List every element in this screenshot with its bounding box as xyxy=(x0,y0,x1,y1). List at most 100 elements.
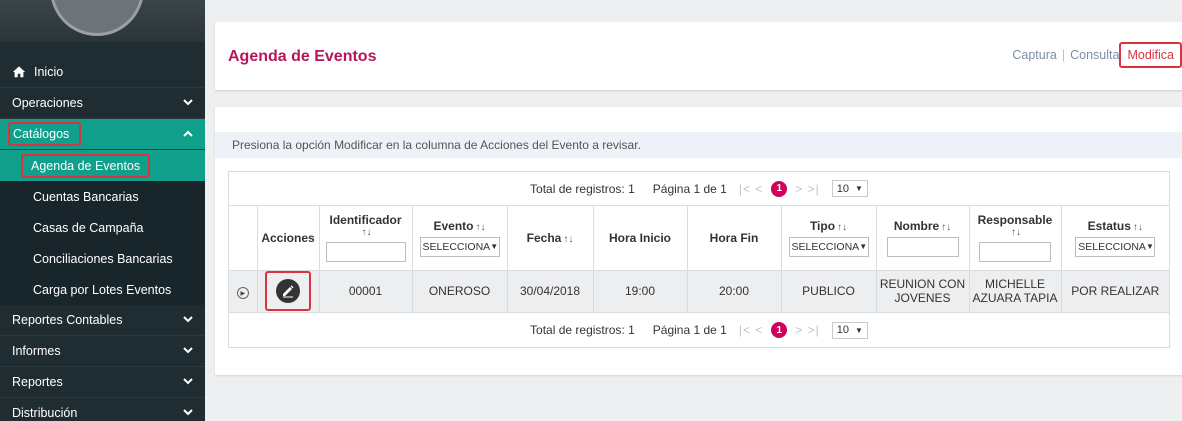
col-tipo[interactable]: Tipo ↑↓ SELECCIONA ▼ xyxy=(781,206,877,271)
edit-action-highlight xyxy=(265,271,311,312)
sort-icon[interactable]: ↑↓ xyxy=(476,222,486,233)
sidebar-subitem-label: Cuentas Bancarias xyxy=(33,189,139,204)
col-identificador[interactable]: Identificador ↑↓ xyxy=(319,206,413,271)
col-hora-fin-label: Hora Fin xyxy=(709,230,759,245)
sidebar-item-distribucion[interactable]: Distribución xyxy=(0,398,205,421)
sort-icon[interactable]: ↑↓ xyxy=(837,222,847,233)
acciones-cell xyxy=(257,270,320,312)
edit-button[interactable] xyxy=(276,279,300,304)
mode-links: Captura | Consulta Modifica xyxy=(1012,42,1182,68)
identificador-filter-input[interactable] xyxy=(325,242,406,263)
expand-cell[interactable]: ▶ xyxy=(229,270,258,312)
first-prev-page-buttons[interactable]: |< < xyxy=(739,182,763,196)
sidebar-subitem-label: Conciliaciones Bancarias xyxy=(33,251,173,266)
pencil-icon xyxy=(283,285,294,298)
sort-icon[interactable]: ↑↓ xyxy=(972,227,1061,238)
page-size-value: 10 xyxy=(836,182,850,195)
content-panel: Presiona la opción Modificar en la colum… xyxy=(215,107,1182,375)
avatar[interactable] xyxy=(50,0,144,36)
sort-icon[interactable]: ↑↓ xyxy=(1133,222,1143,233)
sort-icon[interactable]: ↑↓ xyxy=(322,227,412,238)
sidebar-subitem-conciliaciones[interactable]: Conciliaciones Bancarias xyxy=(0,243,205,274)
sidebar-item-reportes[interactable]: Reportes xyxy=(0,367,205,398)
col-estatus[interactable]: Estatus ↑↓ SELECCIONA ▼ xyxy=(1061,206,1169,271)
col-acciones: Acciones xyxy=(257,206,320,271)
col-evento-label: Evento xyxy=(433,218,474,233)
col-responsable[interactable]: Responsable ↑↓ xyxy=(969,206,1062,271)
sidebar-item-label: Operaciones xyxy=(12,96,83,110)
sidebar-subitem-agenda-eventos[interactable]: Agenda de Eventos xyxy=(0,150,205,181)
caret-down-icon: ▼ xyxy=(490,242,499,252)
next-last-page-buttons[interactable]: > >| xyxy=(795,323,819,337)
chevron-down-icon xyxy=(183,377,193,388)
col-estatus-label: Estatus xyxy=(1087,218,1131,233)
page-info: Página 1 de 1 xyxy=(652,181,727,196)
sidebar-subitem-label: Casas de Campaña xyxy=(33,220,144,235)
page-info: Página 1 de 1 xyxy=(652,323,727,337)
captura-link[interactable]: Captura xyxy=(1012,48,1056,62)
current-page-badge[interactable]: 1 xyxy=(771,180,788,197)
col-responsable-label: Responsable xyxy=(977,213,1053,228)
cell-evento: ONEROSO xyxy=(412,270,508,312)
evento-filter-select[interactable]: SELECCIONA ▼ xyxy=(419,236,500,257)
next-last-page-buttons[interactable]: > >| xyxy=(795,182,819,196)
instruction-text: Presiona la opción Modificar en la colum… xyxy=(215,132,1182,158)
current-page-badge[interactable]: 1 xyxy=(771,322,788,338)
col-hora-fin: Hora Fin xyxy=(687,206,782,271)
page-size-select[interactable]: 10 ▼ xyxy=(831,180,868,197)
caret-down-icon: ▼ xyxy=(859,242,868,252)
sidebar-item-reportes-contables[interactable]: Reportes Contables xyxy=(0,305,205,336)
cell-responsable: MICHELLE AZUARA TAPIA xyxy=(969,270,1062,312)
page-header: Agenda de Eventos Captura | Consulta Mod… xyxy=(215,22,1182,90)
nombre-filter-input[interactable] xyxy=(886,236,959,257)
total-records: Total de registros: 1 xyxy=(530,323,635,337)
sidebar-subitem-casas-campana[interactable]: Casas de Campaña xyxy=(0,212,205,243)
chevron-down-icon xyxy=(183,315,193,326)
page-title: Agenda de Eventos xyxy=(228,48,377,65)
sidebar-subitem-carga-lotes[interactable]: Carga por Lotes Eventos xyxy=(0,274,205,305)
chevron-down-icon xyxy=(183,98,193,109)
col-identificador-label: Identificador xyxy=(329,213,402,228)
events-grid: Total de registros: 1 Página 1 de 1 |< <… xyxy=(228,171,1170,348)
responsable-filter-input[interactable] xyxy=(979,242,1051,263)
pager-top: Total de registros: 1 Página 1 de 1 |< <… xyxy=(229,172,1169,206)
expand-row-icon[interactable]: ▶ xyxy=(236,287,249,299)
col-evento[interactable]: Evento ↑↓ SELECCIONA ▼ xyxy=(412,206,508,271)
estatus-filter-select[interactable]: SELECCIONA ▼ xyxy=(1075,236,1156,257)
sidebar-item-label: Reportes Contables xyxy=(12,313,123,327)
sidebar-item-operaciones[interactable]: Operaciones xyxy=(0,88,205,119)
consulta-link[interactable]: Consulta xyxy=(1070,48,1119,62)
page-size-select[interactable]: 10 ▼ xyxy=(831,321,868,339)
caret-down-icon: ▼ xyxy=(1145,242,1154,252)
sidebar-item-inicio[interactable]: Inicio xyxy=(0,56,205,88)
tipo-filter-select[interactable]: SELECCIONA ▼ xyxy=(788,236,869,257)
chevron-up-icon xyxy=(183,129,193,140)
sidebar-subitem-cuentas-bancarias[interactable]: Cuentas Bancarias xyxy=(0,181,205,212)
first-prev-page-buttons[interactable]: |< < xyxy=(739,323,763,337)
sidebar-item-label: Informes xyxy=(12,344,61,358)
sidebar-item-informes[interactable]: Informes xyxy=(0,336,205,367)
cell-estatus: POR REALIZAR xyxy=(1071,284,1160,299)
cell-hora-inicio: 19:00 xyxy=(593,270,688,312)
sidebar: Inicio Operaciones Catálogos Agenda de E… xyxy=(0,0,205,421)
sidebar-item-label: Reportes xyxy=(12,375,63,389)
sort-icon[interactable]: ↑↓ xyxy=(563,234,573,245)
table-row[interactable]: ▶ 00001 ONEROSO 30/04/2018 19:00 20:00 P… xyxy=(229,270,1169,312)
sort-icon[interactable]: ↑↓ xyxy=(941,222,951,233)
select-value: SELECCIONA xyxy=(1078,240,1146,253)
cell-hora-fin: 20:00 xyxy=(687,270,782,312)
main-content: Agenda de Eventos Captura | Consulta Mod… xyxy=(215,0,1182,421)
col-fecha[interactable]: Fecha ↑↓ xyxy=(507,206,594,271)
modifica-link[interactable]: Modifica xyxy=(1119,42,1182,68)
col-acciones-label: Acciones xyxy=(261,230,315,245)
sidebar-item-catalogos[interactable]: Catálogos xyxy=(0,119,205,150)
page-size-value: 10 xyxy=(836,324,850,336)
events-table: Acciones Identificador ↑↓ Evento ↑↓ SELEC… xyxy=(229,206,1169,312)
sidebar-subitem-label: Carga por Lotes Eventos xyxy=(33,282,172,297)
col-nombre[interactable]: Nombre ↑↓ xyxy=(876,206,970,271)
sidebar-nav: Inicio Operaciones Catálogos Agenda de E… xyxy=(0,56,205,421)
sidebar-item-label: Distribución xyxy=(12,406,78,420)
cell-fecha: 30/04/2018 xyxy=(507,270,594,312)
col-tipo-label: Tipo xyxy=(809,218,836,233)
sidebar-item-label: Catálogos xyxy=(8,122,82,146)
